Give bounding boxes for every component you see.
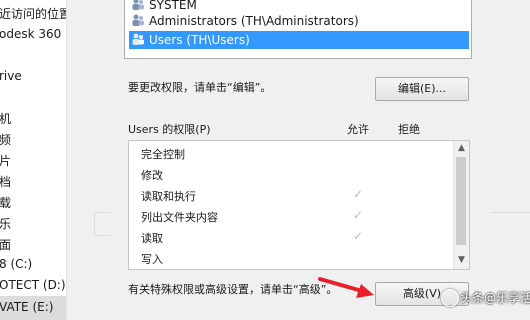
group-label: Administrators (TH\Administrators) bbox=[149, 14, 359, 28]
allow-check-icon: ✓ bbox=[353, 229, 364, 243]
advanced-prompt: 有关特殊权限或高级设置，请单击“高级”。 bbox=[128, 283, 338, 296]
group-item-administrators[interactable]: Administrators (TH\Administrators) bbox=[131, 12, 359, 30]
group-icon bbox=[132, 0, 144, 10]
nav-item-documents[interactable]: 档 bbox=[0, 173, 11, 190]
nav-item-autodesk[interactable]: odesk 360 bbox=[0, 27, 61, 41]
edit-prompt: 要更改权限，请单击“编辑”。 bbox=[128, 81, 272, 94]
group-label: SYSTEM bbox=[149, 0, 197, 12]
allow-check-icon: ✓ bbox=[353, 208, 364, 222]
scroll-thumb[interactable] bbox=[456, 157, 466, 245]
background-window-edge bbox=[94, 212, 111, 236]
nav-item-recent[interactable]: 近访问的位置 bbox=[0, 5, 66, 22]
nav-item-drive-e[interactable]: VATE (E:) bbox=[0, 300, 53, 314]
permission-row-full-control: 完全控制 bbox=[141, 148, 185, 161]
watermark-text: 头条@乐享活 bbox=[460, 291, 530, 305]
nav-item-music[interactable]: 乐 bbox=[0, 215, 11, 232]
nav-item-drive[interactable]: rive bbox=[0, 69, 22, 83]
nav-item-downloads[interactable]: 载 bbox=[0, 194, 11, 211]
permission-row-modify: 修改 bbox=[141, 169, 163, 182]
background-divider bbox=[491, 212, 530, 213]
nav-item-computer[interactable]: 机 bbox=[0, 110, 11, 127]
permission-scrollbar[interactable]: ▲ ▼ bbox=[453, 141, 469, 269]
permission-row-write: 写入 bbox=[141, 253, 163, 266]
group-icon bbox=[132, 14, 144, 26]
group-icon bbox=[132, 33, 144, 45]
allow-column-header: 允许 bbox=[347, 123, 369, 136]
scroll-up-icon[interactable]: ▲ bbox=[454, 143, 469, 153]
watermark-logo-icon bbox=[441, 289, 459, 307]
permission-row-list-folder: 列出文件夹内容 bbox=[141, 211, 218, 224]
permissions-title: Users 的权限(P) bbox=[128, 123, 211, 136]
permission-row-read-execute: 读取和执行 bbox=[141, 190, 196, 203]
group-label: Users (TH\Users) bbox=[149, 33, 250, 47]
nav-scrollbar[interactable] bbox=[66, 0, 81, 320]
group-user-list[interactable]: SYSTEM Administrators (TH\Administrators… bbox=[124, 0, 472, 59]
permission-list[interactable]: 完全控制 修改 读取和执行 ✓ 列出文件夹内容 ✓ 读取 ✓ 写入 ▲ ▼ bbox=[128, 140, 470, 270]
allow-check-icon: ✓ bbox=[353, 187, 364, 201]
permission-row-read: 读取 bbox=[141, 232, 163, 245]
nav-item-videos[interactable]: 频 bbox=[0, 131, 11, 148]
scroll-down-icon[interactable]: ▼ bbox=[454, 255, 469, 265]
red-arrow-icon bbox=[318, 277, 374, 298]
deny-column-header: 拒绝 bbox=[398, 123, 420, 136]
nav-item-drive-d[interactable]: OTECT (D:) bbox=[0, 278, 66, 292]
edit-button[interactable]: 编辑(E)... bbox=[375, 77, 469, 101]
group-item-users[interactable]: Users (TH\Users) bbox=[129, 31, 469, 49]
navigation-pane: 近访问的位置 odesk 360 rive 机 频 片 档 载 乐 面 8 (C… bbox=[0, 0, 66, 320]
nav-item-desktop[interactable]: 面 bbox=[0, 236, 11, 253]
nav-item-pictures[interactable]: 片 bbox=[0, 152, 11, 169]
nav-item-drive-c[interactable]: 8 (C:) bbox=[0, 257, 32, 271]
